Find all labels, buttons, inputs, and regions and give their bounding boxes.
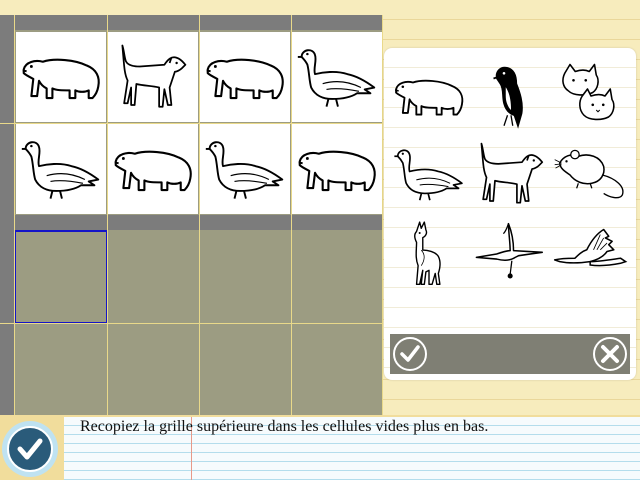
palette-item-bird[interactable] [472, 56, 550, 136]
grid-line [291, 15, 292, 415]
goose-icon [391, 139, 467, 209]
animal-palette [384, 48, 636, 380]
validate-button-inner [7, 426, 53, 472]
palette-item-goose[interactable] [390, 134, 468, 214]
grid-line [199, 15, 200, 415]
model-cell-r1c1 [16, 32, 106, 122]
polar-bear-icon [294, 134, 380, 204]
palette-item-dog[interactable] [472, 134, 550, 214]
check-icon [400, 345, 420, 362]
model-cell-r1c2 [108, 32, 198, 122]
polar-bear-icon [18, 42, 104, 112]
palette-item-llama[interactable] [390, 214, 468, 294]
llama-icon [391, 219, 467, 289]
goose-icon [18, 134, 104, 204]
answer-cell-r2c1[interactable] [16, 324, 106, 414]
grid-line [382, 15, 383, 415]
validate-button[interactable] [2, 421, 58, 477]
grid-top-band [0, 15, 383, 30]
game-grid [0, 15, 383, 415]
grid-line [0, 123, 383, 124]
goose-icon [294, 42, 380, 112]
check-icon [17, 438, 43, 460]
grid-line [0, 323, 383, 324]
goose-icon [202, 134, 288, 204]
model-cell-r1c3 [200, 32, 290, 122]
answer-cell-r1c1[interactable] [14, 230, 108, 324]
model-cell-r2c2 [108, 124, 198, 214]
model-cell-r2c1 [16, 124, 106, 214]
palette-action-bar [390, 334, 630, 374]
answer-cell-r1c4[interactable] [292, 230, 382, 320]
palette-item-rat[interactable] [552, 134, 630, 214]
polar-bear-icon [391, 61, 467, 131]
swan-icon [553, 219, 629, 289]
dog-icon [473, 139, 549, 209]
answer-cell-r2c2[interactable] [108, 324, 198, 414]
palette-ok-button[interactable] [393, 337, 427, 371]
grid-middle-band [0, 215, 383, 230]
model-cell-r2c3 [200, 124, 290, 214]
polar-bear-icon [110, 134, 196, 204]
grid-line [107, 15, 108, 415]
answer-cell-r1c3[interactable] [200, 230, 290, 320]
grid-line [14, 15, 15, 415]
answer-cell-r1c2[interactable] [108, 230, 198, 320]
crane-icon [473, 219, 549, 289]
palette-item-polar-bear[interactable] [390, 56, 468, 136]
palette-item-swan[interactable] [552, 214, 630, 294]
model-cell-r2c4 [292, 124, 382, 214]
answer-cell-r2c4[interactable] [292, 324, 382, 414]
cancel-icon [601, 345, 619, 363]
kitten-icon [553, 61, 629, 131]
polar-bear-icon [202, 42, 288, 112]
model-cell-r1c4 [292, 32, 382, 122]
rat-icon [553, 139, 629, 209]
palette-item-crane[interactable] [472, 214, 550, 294]
palette-cancel-button[interactable] [593, 337, 627, 371]
palette-item-kitten[interactable] [552, 56, 630, 136]
answer-cell-r2c3[interactable] [200, 324, 290, 414]
instruction-text: Recopiez la grille supérieure dans les c… [80, 418, 489, 435]
bird-icon [473, 61, 549, 131]
dog-icon [110, 42, 196, 112]
